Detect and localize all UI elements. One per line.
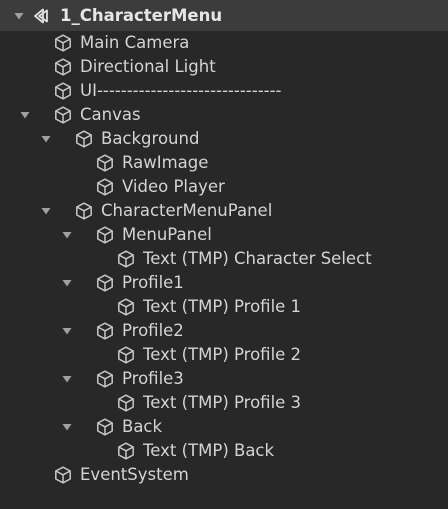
scene-row[interactable]: 1_CharacterMenu	[0, 0, 448, 31]
hierarchy-item-label: Profile2	[122, 321, 184, 340]
gameobject-cube-icon	[116, 441, 136, 461]
gameobject-cube-icon	[53, 57, 73, 77]
hierarchy-item[interactable]: Main Camera	[0, 31, 448, 55]
hierarchy-item[interactable]: Text (TMP) Profile 2	[0, 343, 448, 367]
gameobject-cube-icon	[95, 369, 115, 389]
gameobject-cube-icon	[116, 297, 136, 317]
gameobject-cube-icon	[53, 33, 73, 53]
foldout-expanded-icon[interactable]	[19, 109, 31, 121]
hierarchy-item-label: Text (TMP) Profile 1	[143, 297, 302, 316]
hierarchy-item[interactable]: Profile2	[0, 319, 448, 343]
hierarchy-tree: Main Camera Directional Light UI----------…	[0, 31, 448, 487]
foldout-expanded-icon[interactable]	[13, 10, 25, 22]
foldout-expanded-icon[interactable]	[40, 133, 52, 145]
hierarchy-item-label: Text (TMP) Character Select	[143, 249, 372, 268]
gameobject-cube-icon	[95, 225, 115, 245]
foldout-expanded-icon[interactable]	[61, 229, 73, 241]
hierarchy-item[interactable]: Background	[0, 127, 448, 151]
unity-scene-icon	[31, 6, 51, 26]
hierarchy-panel: 1_CharacterMenu Main Camera Directional L…	[0, 0, 448, 509]
foldout-expanded-icon[interactable]	[61, 421, 73, 433]
hierarchy-item[interactable]: Profile3	[0, 367, 448, 391]
gameobject-cube-icon	[74, 129, 94, 149]
scene-name: 1_CharacterMenu	[60, 5, 223, 25]
hierarchy-item-label: RawImage	[122, 153, 209, 172]
hierarchy-item[interactable]: Directional Light	[0, 55, 448, 79]
gameobject-cube-icon	[53, 81, 73, 101]
gameobject-cube-icon	[116, 345, 136, 365]
hierarchy-item[interactable]: Video Player	[0, 175, 448, 199]
hierarchy-item-label: UI-------------------------------	[80, 81, 282, 100]
gameobject-cube-icon	[95, 321, 115, 341]
hierarchy-item[interactable]: EventSystem	[0, 463, 448, 487]
foldout-expanded-icon[interactable]	[61, 373, 73, 385]
hierarchy-item-label: MenuPanel	[122, 225, 212, 244]
hierarchy-item[interactable]: CharacterMenuPanel	[0, 199, 448, 223]
hierarchy-item-label: Canvas	[80, 105, 141, 124]
hierarchy-item[interactable]: UI-------------------------------	[0, 79, 448, 103]
gameobject-cube-icon	[53, 465, 73, 485]
hierarchy-item[interactable]: Text (TMP) Profile 1	[0, 295, 448, 319]
gameobject-cube-icon	[95, 177, 115, 197]
hierarchy-item[interactable]: Text (TMP) Back	[0, 439, 448, 463]
foldout-expanded-icon[interactable]	[61, 277, 73, 289]
foldout-expanded-icon[interactable]	[40, 205, 52, 217]
hierarchy-item[interactable]: Profile1	[0, 271, 448, 295]
hierarchy-item-label: EventSystem	[80, 465, 189, 484]
hierarchy-item[interactable]: Text (TMP) Profile 3	[0, 391, 448, 415]
hierarchy-item[interactable]: Canvas	[0, 103, 448, 127]
gameobject-cube-icon	[53, 105, 73, 125]
hierarchy-item-label: Directional Light	[80, 57, 216, 76]
hierarchy-item-label: Background	[101, 129, 200, 148]
gameobject-cube-icon	[95, 417, 115, 437]
gameobject-cube-icon	[116, 393, 136, 413]
gameobject-cube-icon	[116, 249, 136, 269]
hierarchy-item[interactable]: Text (TMP) Character Select	[0, 247, 448, 271]
hierarchy-item[interactable]: MenuPanel	[0, 223, 448, 247]
hierarchy-item-label: Text (TMP) Profile 3	[143, 393, 302, 412]
hierarchy-item-label: Text (TMP) Profile 2	[143, 345, 302, 364]
hierarchy-item-label: Video Player	[122, 177, 225, 196]
hierarchy-item-label: Back	[122, 417, 163, 436]
gameobject-cube-icon	[95, 153, 115, 173]
hierarchy-item[interactable]: RawImage	[0, 151, 448, 175]
hierarchy-item-label: Profile3	[122, 369, 184, 388]
gameobject-cube-icon	[95, 273, 115, 293]
hierarchy-item-label: Main Camera	[80, 33, 190, 52]
foldout-expanded-icon[interactable]	[61, 325, 73, 337]
hierarchy-item-label: Profile1	[122, 273, 184, 292]
hierarchy-item[interactable]: Back	[0, 415, 448, 439]
hierarchy-item-label: CharacterMenuPanel	[101, 201, 273, 220]
gameobject-cube-icon	[74, 201, 94, 221]
hierarchy-item-label: Text (TMP) Back	[143, 441, 275, 460]
